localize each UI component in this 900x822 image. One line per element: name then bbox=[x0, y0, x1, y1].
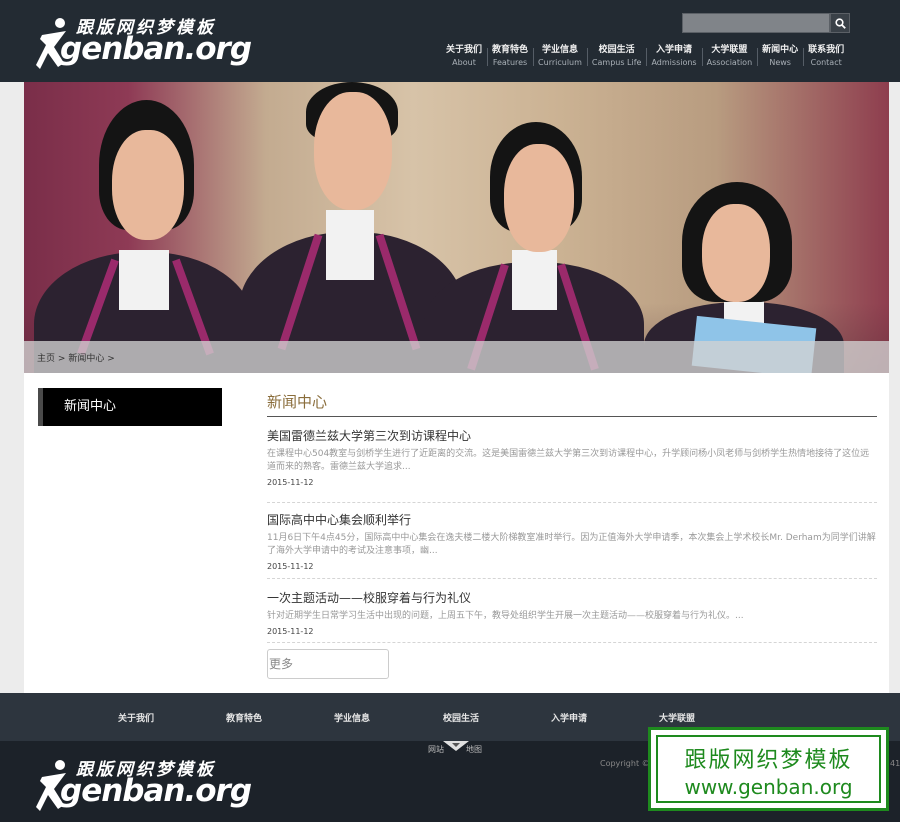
search-box bbox=[682, 13, 850, 33]
article-date: 2015-11-12 bbox=[267, 627, 314, 636]
nav-label-zh: 校园生活 bbox=[598, 45, 635, 55]
logo-english-text: genban.org bbox=[60, 31, 252, 67]
nav-label-en: Contact bbox=[810, 58, 842, 67]
nav-label-zh: 学业信息 bbox=[541, 45, 578, 55]
nav-label-en: News bbox=[769, 58, 791, 67]
watermark-stamp: 跟版网织梦模板 www.genban.org bbox=[648, 727, 889, 811]
footer-link-about[interactable]: 关于我们 bbox=[118, 711, 154, 724]
article-summary: 11月6日下午4点45分，国际高中中心集会在逸夫楼二楼大阶梯教室准时举行。因为正… bbox=[267, 533, 876, 556]
news-list-section: 新闻中心 美国雷德兰兹大学第三次到访课程中心 在课程中心504教室与剑桥学生进行… bbox=[267, 391, 877, 679]
search-icon bbox=[834, 17, 846, 29]
logo-english-text: genban.org bbox=[60, 773, 252, 809]
nav-label-zh: 入学申请 bbox=[656, 45, 693, 55]
student-figure bbox=[24, 82, 264, 373]
breadcrumb-bar: 主页 > 新闻中心 > bbox=[24, 341, 889, 373]
nav-label-zh: 教育特色 bbox=[492, 45, 529, 55]
search-input[interactable] bbox=[682, 13, 830, 33]
sitemap-link[interactable]: 网站 地图 bbox=[428, 744, 482, 755]
banner-photo bbox=[24, 82, 889, 373]
breadcrumb-home-link[interactable]: 主页 bbox=[37, 354, 55, 364]
sidebar-title[interactable]: 新闻中心 bbox=[38, 388, 222, 426]
article-date: 2015-11-12 bbox=[267, 478, 314, 487]
article-date: 2015-11-12 bbox=[267, 562, 314, 571]
nav-item-contact[interactable]: 联系我们 Contact bbox=[803, 44, 849, 70]
list-item: 一次主题活动——校服穿着与行为礼仪 针对近期学生日常学习生活中出现的问题，上周五… bbox=[267, 589, 877, 643]
breadcrumb-separator: > bbox=[57, 354, 66, 364]
nav-label-en: Campus Life bbox=[591, 58, 642, 67]
article-summary: 在课程中心504教室与剑桥学生进行了近距离的交流。这是美国雷德兰兹大学第三次到访… bbox=[267, 449, 870, 472]
nav-label-zh: 新闻中心 bbox=[762, 45, 799, 55]
nav-label-zh: 关于我们 bbox=[446, 45, 483, 55]
nav-item-about[interactable]: 关于我们 About bbox=[441, 44, 487, 70]
nav-item-news[interactable]: 新闻中心 News bbox=[757, 44, 803, 70]
watermark-url-text: www.genban.org bbox=[684, 775, 853, 799]
watermark-inner-border: 跟版网织梦模板 www.genban.org bbox=[656, 735, 881, 803]
watermark-chinese-text: 跟版网织梦模板 bbox=[684, 748, 853, 773]
breadcrumb-current-link[interactable]: 新闻中心 bbox=[68, 354, 104, 364]
nav-item-admissions[interactable]: 入学申请 Admissions bbox=[646, 44, 701, 70]
sitemap-label: 网站 bbox=[428, 745, 444, 754]
main-content-area: 新闻中心 新闻中心 美国雷德兰兹大学第三次到访课程中心 在课程中心504教室与剑… bbox=[24, 373, 889, 693]
search-button[interactable] bbox=[830, 13, 850, 33]
footer-link-campus-life[interactable]: 校园生活 bbox=[443, 711, 479, 724]
copyright-text: Copyright © bbox=[600, 759, 650, 768]
footer-logo[interactable]: 跟版网织梦模板 genban.org bbox=[36, 755, 252, 815]
footer-link-admissions[interactable]: 入学申请 bbox=[551, 711, 587, 724]
breadcrumb: 主页 > 新闻中心 > bbox=[37, 351, 115, 364]
site-logo[interactable]: 跟版网织梦模板 genban.org bbox=[36, 13, 252, 73]
more-button[interactable]: 更多 bbox=[267, 649, 389, 679]
footer-link-curriculum[interactable]: 学业信息 bbox=[334, 711, 370, 724]
nav-label-zh: 联系我们 bbox=[808, 45, 845, 55]
nav-label-en: Association bbox=[706, 58, 753, 67]
footer-trailing-text: 41 bbox=[890, 759, 900, 768]
nav-item-campus-life[interactable]: 校园生活 Campus Life bbox=[586, 44, 647, 70]
page-title: 新闻中心 bbox=[267, 391, 877, 417]
site-header: 跟版网织梦模板 genban.org 关于我们 About 教育特色 Featu… bbox=[0, 0, 900, 82]
nav-label-zh: 大学联盟 bbox=[711, 45, 748, 55]
nav-item-curriculum[interactable]: 学业信息 Curriculum bbox=[533, 44, 587, 70]
nav-label-en: Admissions bbox=[651, 58, 697, 67]
nav-label-en: About bbox=[452, 58, 476, 67]
nav-label-en: Curriculum bbox=[538, 58, 582, 67]
list-item: 美国雷德兰兹大学第三次到访课程中心 在课程中心504教室与剑桥学生进行了近距离的… bbox=[267, 427, 877, 503]
article-title-link[interactable]: 美国雷德兰兹大学第三次到访课程中心 bbox=[267, 427, 877, 444]
nav-label-en: Features bbox=[492, 58, 528, 67]
article-title-link[interactable]: 一次主题活动——校服穿着与行为礼仪 bbox=[267, 589, 877, 606]
footer-link-features[interactable]: 教育特色 bbox=[226, 711, 262, 724]
breadcrumb-separator: > bbox=[107, 354, 115, 364]
nav-item-association[interactable]: 大学联盟 Association bbox=[701, 44, 758, 70]
student-figure bbox=[424, 122, 644, 373]
article-summary: 针对近期学生日常学习生活中出现的问题，上周五下午，教导处组织学生开展一次主题活动… bbox=[267, 611, 744, 621]
footer-link-association[interactable]: 大学联盟 bbox=[659, 711, 695, 724]
main-nav: 关于我们 About 教育特色 Features 学业信息 Curriculum… bbox=[441, 44, 849, 70]
list-item: 国际高中中心集会顺利举行 11月6日下午4点45分，国际高中中心集会在逸夫楼二楼… bbox=[267, 511, 877, 579]
sitemap-label: 地图 bbox=[466, 745, 482, 754]
nav-item-features[interactable]: 教育特色 Features bbox=[487, 44, 533, 70]
article-title-link[interactable]: 国际高中中心集会顺利举行 bbox=[267, 511, 877, 528]
